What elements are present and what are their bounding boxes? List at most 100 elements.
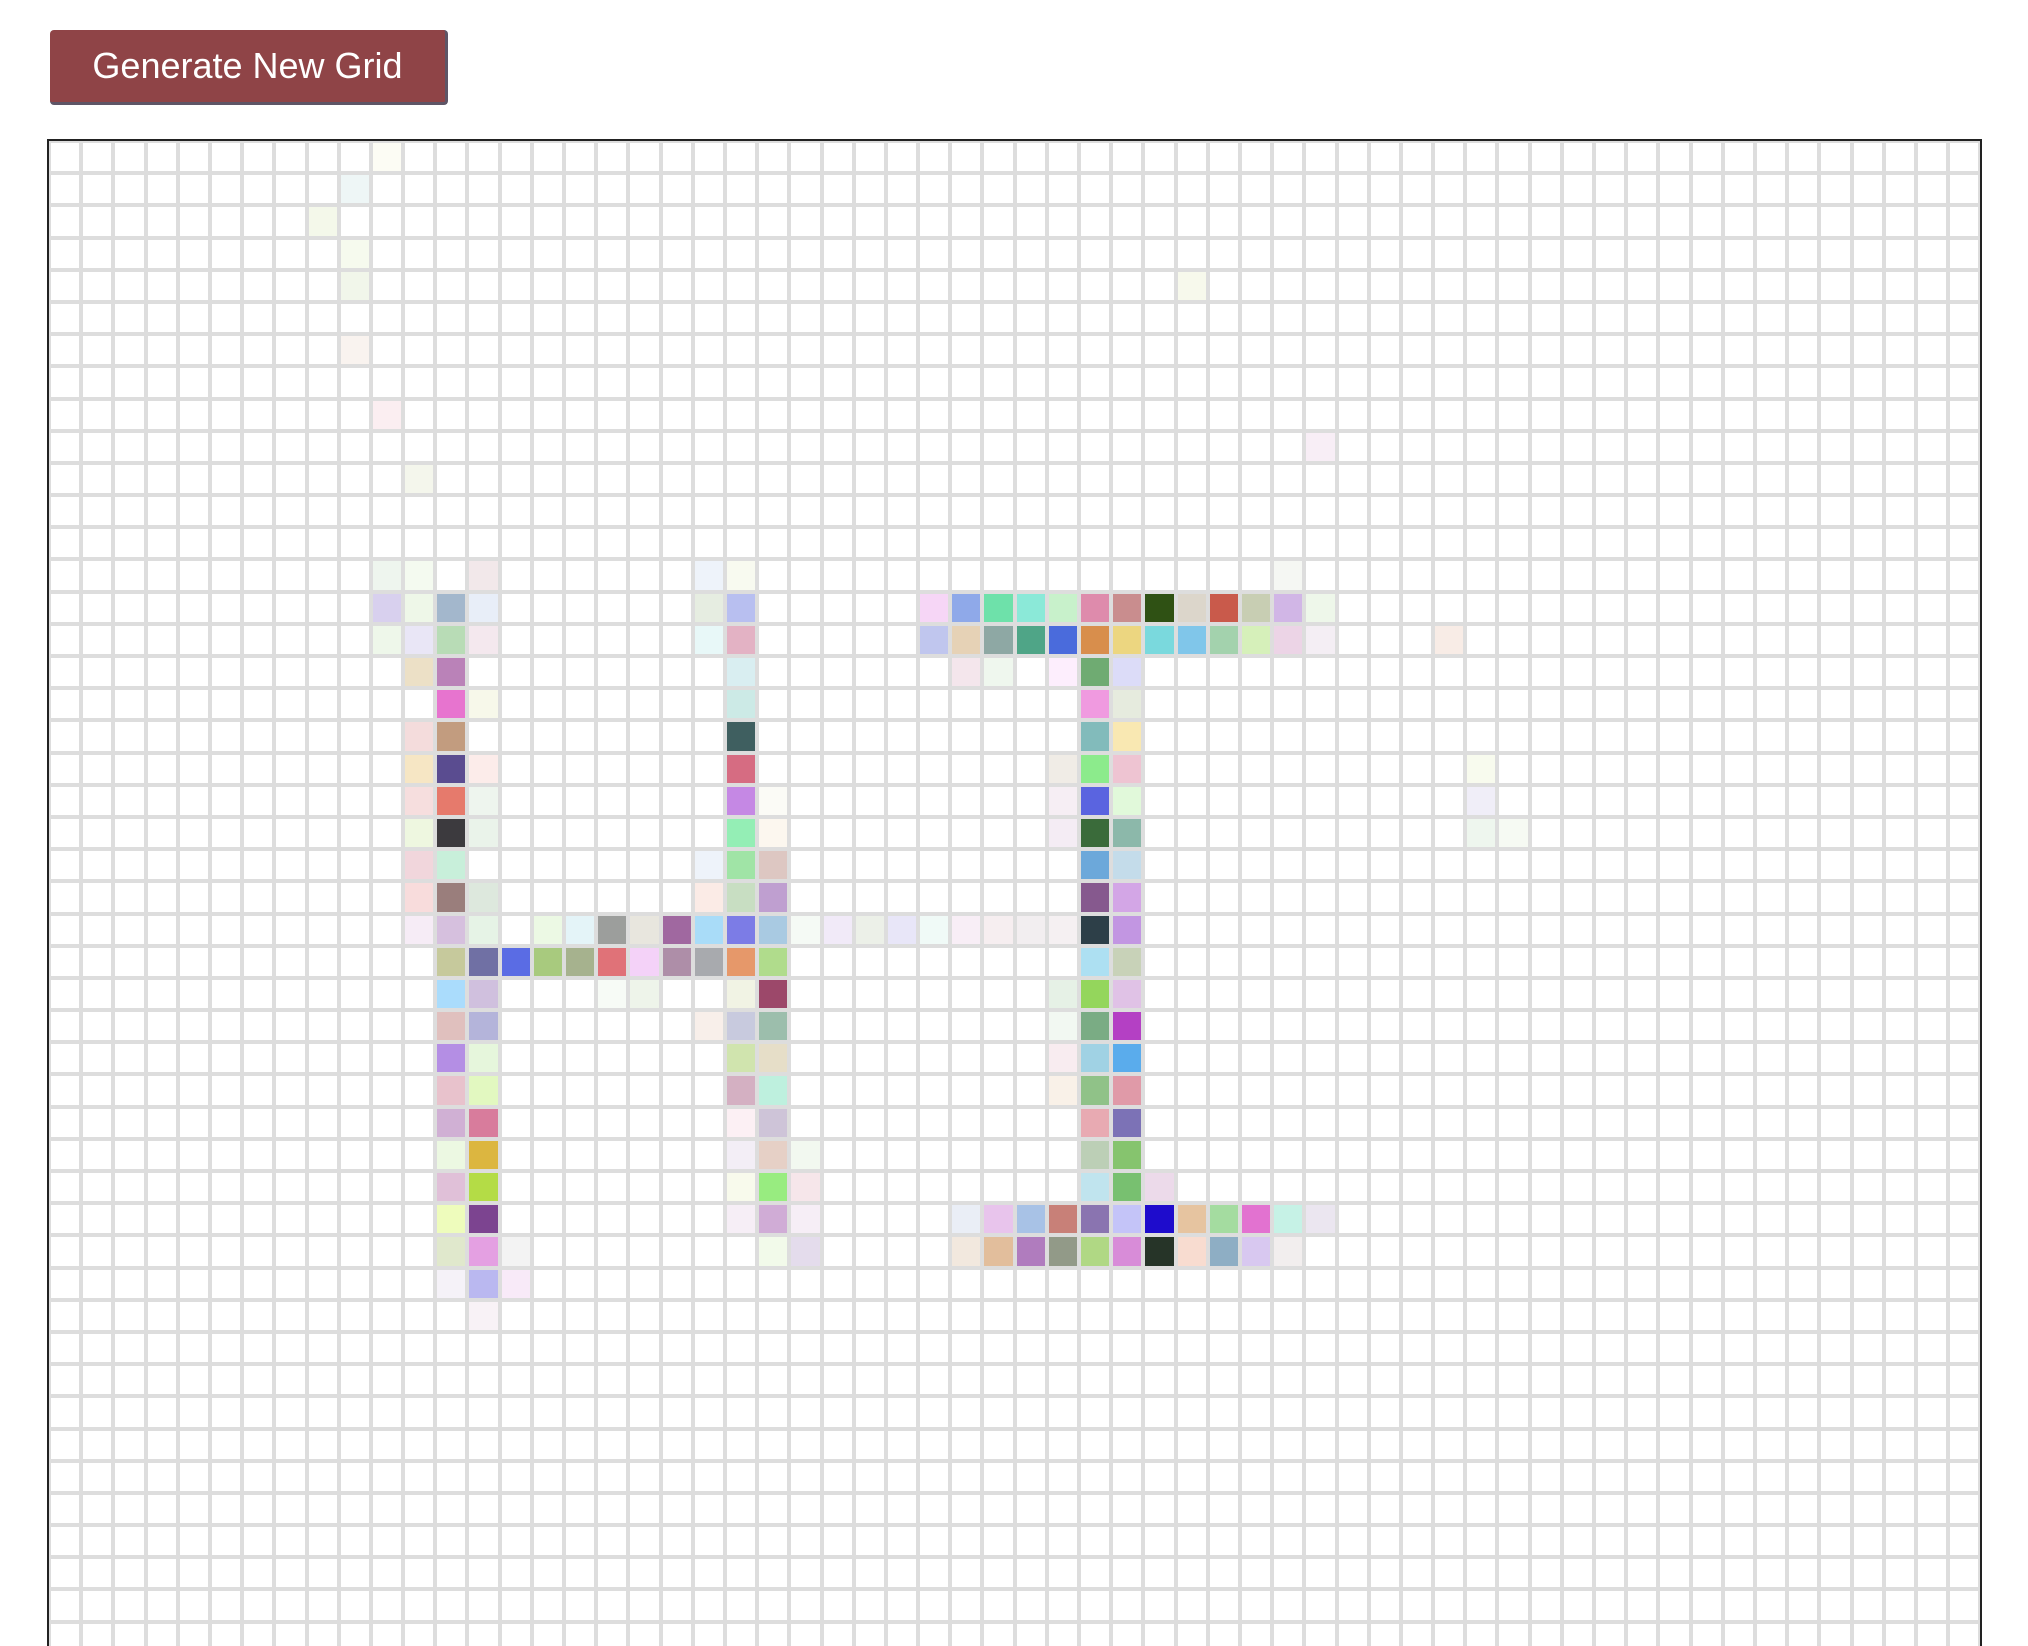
grid-cell[interactable] [403, 141, 436, 174]
grid-cell[interactable] [209, 559, 243, 592]
grid-cell[interactable] [177, 1557, 210, 1590]
grid-cell[interactable] [1819, 269, 1852, 302]
grid-cell[interactable] [1883, 1267, 1916, 1300]
grid-cell[interactable] [1915, 1235, 1949, 1268]
grid-cell[interactable] [885, 334, 919, 367]
grid-cell[interactable] [177, 1364, 210, 1397]
grid-cell[interactable] [1014, 881, 1047, 914]
grid-cell[interactable] [1368, 1396, 1401, 1429]
grid-cell[interactable] [1239, 173, 1273, 206]
grid-cell[interactable] [338, 205, 371, 238]
grid-cell[interactable] [982, 205, 1015, 238]
grid-cell[interactable] [596, 1621, 629, 1646]
grid-cell[interactable] [1754, 1267, 1788, 1300]
grid-cell[interactable] [499, 495, 532, 528]
grid-cell[interactable] [692, 1428, 725, 1461]
grid-cell[interactable] [789, 623, 822, 656]
grid-cell[interactable] [1948, 913, 1980, 946]
grid-cell[interactable] [1272, 752, 1305, 785]
grid-cell[interactable] [209, 366, 243, 399]
grid-cell[interactable] [1626, 495, 1659, 528]
grid-cell[interactable] [370, 527, 404, 560]
grid-cell[interactable] [467, 430, 500, 463]
grid-cell[interactable] [660, 1364, 693, 1397]
grid-cell[interactable] [1046, 1428, 1079, 1461]
grid-cell[interactable] [274, 1364, 307, 1397]
grid-cell[interactable] [145, 237, 178, 270]
grid-cell[interactable] [1433, 1138, 1466, 1171]
grid-cell[interactable] [692, 1203, 725, 1236]
grid-cell[interactable] [209, 1074, 243, 1107]
grid-cell[interactable] [1079, 173, 1112, 206]
grid-cell[interactable] [467, 656, 500, 689]
grid-cell[interactable] [1014, 623, 1047, 656]
grid-cell[interactable] [1497, 591, 1530, 624]
grid-cell[interactable] [724, 1492, 758, 1526]
grid-cell[interactable] [1948, 816, 1980, 850]
grid-cell[interactable] [918, 913, 951, 946]
grid-cell[interactable] [596, 141, 629, 174]
grid-cell[interactable] [1014, 1557, 1047, 1590]
grid-cell[interactable] [1143, 173, 1176, 206]
grid-cell[interactable] [660, 945, 693, 978]
grid-cell[interactable] [370, 849, 404, 882]
grid-cell[interactable] [1272, 1396, 1305, 1429]
grid-cell[interactable] [724, 784, 758, 817]
grid-cell[interactable] [789, 752, 822, 785]
grid-cell[interactable] [1336, 816, 1369, 850]
grid-cell[interactable] [564, 688, 597, 721]
grid-cell[interactable] [950, 141, 983, 174]
grid-cell[interactable] [853, 141, 886, 174]
grid-cell[interactable] [242, 784, 275, 817]
grid-cell[interactable] [177, 1396, 210, 1429]
grid-cell[interactable] [1626, 462, 1659, 496]
grid-cell[interactable] [274, 656, 307, 689]
grid-cell[interactable] [982, 688, 1015, 721]
grid-cell[interactable] [81, 1364, 114, 1397]
grid-cell[interactable] [1529, 430, 1562, 463]
grid-cell[interactable] [531, 1396, 564, 1429]
grid-cell[interactable] [242, 1589, 275, 1622]
grid-cell[interactable] [113, 623, 146, 656]
grid-cell[interactable] [1819, 623, 1852, 656]
grid-cell[interactable] [403, 334, 436, 367]
grid-cell[interactable] [1272, 334, 1305, 367]
grid-cell[interactable] [789, 398, 822, 431]
grid-cell[interactable] [1948, 1525, 1980, 1558]
grid-cell[interactable] [1046, 1106, 1079, 1139]
grid-cell[interactable] [1626, 205, 1659, 238]
grid-cell[interactable] [982, 720, 1015, 753]
grid-cell[interactable] [435, 398, 468, 431]
grid-cell[interactable] [145, 720, 178, 753]
grid-cell[interactable] [660, 398, 693, 431]
grid-cell[interactable] [1561, 1299, 1594, 1332]
grid-cell[interactable] [242, 1267, 275, 1300]
grid-cell[interactable] [1336, 913, 1369, 946]
grid-cell[interactable] [950, 881, 983, 914]
grid-cell[interactable] [1175, 559, 1208, 592]
grid-cell[interactable] [274, 1235, 307, 1268]
grid-cell[interactable] [1851, 527, 1884, 560]
grid-cell[interactable] [660, 173, 693, 206]
grid-cell[interactable] [1851, 688, 1884, 721]
grid-cell[interactable] [1722, 1460, 1755, 1493]
grid-cell[interactable] [853, 1331, 886, 1365]
grid-cell[interactable] [1207, 849, 1240, 882]
grid-cell[interactable] [1658, 1138, 1691, 1171]
grid-cell[interactable] [435, 784, 468, 817]
grid-cell[interactable] [370, 1525, 404, 1558]
grid-cell[interactable] [918, 1460, 951, 1493]
grid-cell[interactable] [499, 269, 532, 302]
grid-cell[interactable] [113, 1235, 146, 1268]
grid-cell[interactable] [1207, 1428, 1240, 1461]
grid-cell[interactable] [1207, 1235, 1240, 1268]
grid-cell[interactable] [1948, 1460, 1980, 1493]
grid-cell[interactable] [1143, 1267, 1176, 1300]
grid-cell[interactable] [209, 784, 243, 817]
grid-cell[interactable] [1465, 752, 1498, 785]
grid-cell[interactable] [1819, 237, 1852, 270]
grid-cell[interactable] [1754, 1106, 1788, 1139]
grid-cell[interactable] [370, 977, 404, 1011]
grid-cell[interactable] [1046, 752, 1079, 785]
grid-cell[interactable] [1046, 913, 1079, 946]
